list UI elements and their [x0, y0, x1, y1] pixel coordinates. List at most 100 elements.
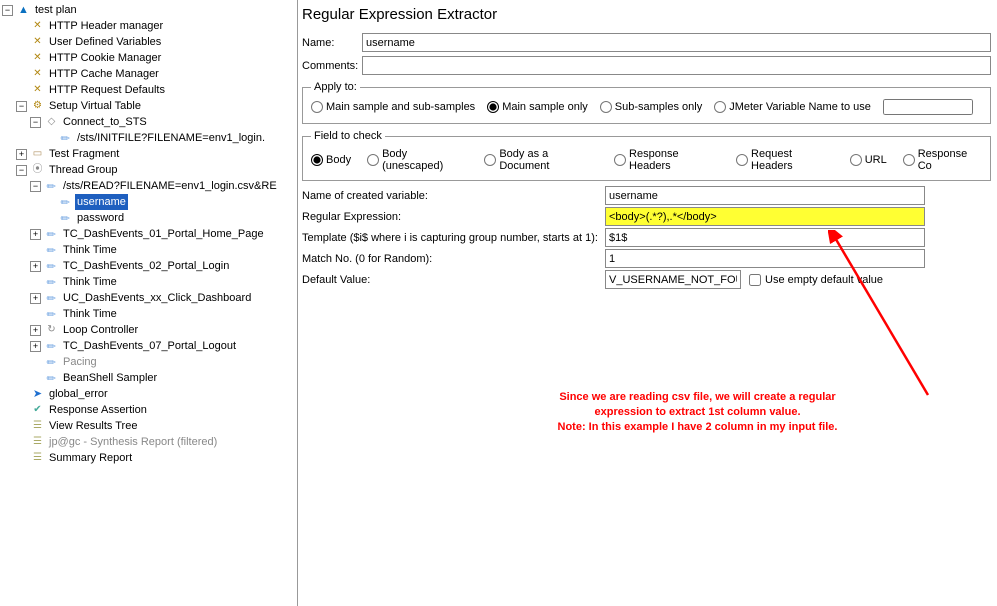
report-icon: ☰ [30, 451, 45, 466]
tree-item[interactable]: ✔Response Assertion [2, 402, 297, 418]
jmeter-var-input[interactable] [883, 99, 973, 115]
tree-item[interactable]: ✕User Defined Variables [2, 34, 297, 50]
results-icon: ☰ [30, 419, 45, 434]
tree-item[interactable]: ✎Think Time [2, 306, 297, 322]
tree-label: HTTP Cache Manager [47, 66, 161, 82]
tree-item[interactable]: +↻Loop Controller [2, 322, 297, 338]
collapse-icon[interactable]: − [16, 101, 27, 112]
tree-label: Test Fragment [47, 146, 121, 162]
tree-item[interactable]: −⚙Setup Virtual Table [2, 98, 297, 114]
tree-label: Connect_to_STS [61, 114, 149, 130]
tree-item[interactable]: ☰Summary Report [2, 450, 297, 466]
tree-item-username[interactable]: ✎username [2, 194, 297, 210]
tree-item[interactable]: ➤global_error [2, 386, 297, 402]
tree-item[interactable]: +✎TC_DashEvents_07_Portal_Logout [2, 338, 297, 354]
var-input[interactable] [605, 186, 925, 205]
collapse-icon[interactable]: − [30, 117, 41, 128]
tree-label: View Results Tree [47, 418, 139, 434]
tree-item-password[interactable]: ✎password [2, 210, 297, 226]
radio-req-headers[interactable]: Request Headers [736, 148, 834, 172]
tree-item[interactable]: +✎UC_DashEvents_xx_Click_Dashboard [2, 290, 297, 306]
radio-main-only[interactable]: Main sample only [487, 101, 588, 113]
collapse-icon[interactable]: − [30, 181, 41, 192]
radio-sub-only[interactable]: Sub-samples only [600, 101, 702, 113]
tree-label: TC_DashEvents_01_Portal_Home_Page [61, 226, 266, 242]
radio-main-sub[interactable]: Main sample and sub-samples [311, 101, 475, 113]
tree-item[interactable]: ✕HTTP Cookie Manager [2, 50, 297, 66]
report-icon: ☰ [30, 435, 45, 450]
tree-label: Think Time [61, 242, 119, 258]
tree-label: HTTP Header manager [47, 18, 165, 34]
panel-title: Regular Expression Extractor [302, 6, 991, 23]
empty-default-label: Use empty default value [765, 274, 883, 286]
tree-item[interactable]: +✎TC_DashEvents_01_Portal_Home_Page [2, 226, 297, 242]
collapse-icon[interactable]: − [2, 5, 13, 16]
wrench-icon: ✕ [30, 67, 45, 82]
name-input[interactable] [362, 33, 991, 52]
template-input[interactable] [605, 228, 925, 247]
match-no-input[interactable] [605, 249, 925, 268]
tree-item[interactable]: ✕HTTP Cache Manager [2, 66, 297, 82]
tree-label: global_error [47, 386, 110, 402]
tree-item[interactable]: +▭Test Fragment [2, 146, 297, 162]
tree-label: Think Time [61, 306, 119, 322]
threadgroup-icon: ⦿ [30, 163, 45, 178]
empty-default-checkbox[interactable] [749, 274, 761, 286]
comments-input[interactable] [362, 56, 991, 75]
tree-panel: −▲test plan ✕HTTP Header manager ✕User D… [0, 0, 298, 606]
tree-item[interactable]: ✎BeanShell Sampler [2, 370, 297, 386]
fragment-icon: ▭ [30, 147, 45, 162]
expand-icon[interactable]: + [30, 325, 41, 336]
radio-body[interactable]: Body [311, 154, 351, 166]
field-to-check-legend: Field to check [311, 130, 385, 142]
expand-icon[interactable]: + [30, 229, 41, 240]
radio-url[interactable]: URL [850, 154, 887, 166]
tree-label: Thread Group [47, 162, 119, 178]
tree-label: password [75, 210, 126, 226]
tree-item[interactable]: +✎TC_DashEvents_02_Portal_Login [2, 258, 297, 274]
regex-input[interactable] [605, 207, 925, 226]
annotation-text: Since we are reading csv file, we will c… [408, 390, 987, 435]
tree-item[interactable]: −✎/sts/READ?FILENAME=env1_login.csv&RE [2, 178, 297, 194]
default-value-input[interactable] [605, 270, 741, 289]
apply-to-fieldset: Apply to: Main sample and sub-samples Ma… [302, 81, 991, 124]
tree-label: User Defined Variables [47, 34, 163, 50]
collapse-icon[interactable]: − [16, 165, 27, 176]
template-label: Template ($i$ where i is capturing group… [302, 227, 605, 248]
tree-label: UC_DashEvents_xx_Click_Dashboard [61, 290, 253, 306]
tree-item[interactable]: ✕HTTP Request Defaults [2, 82, 297, 98]
radio-response-code[interactable]: Response Co [903, 148, 982, 172]
radio-resp-headers[interactable]: Response Headers [614, 148, 720, 172]
tree-label: Loop Controller [61, 322, 140, 338]
tree-item[interactable]: ☰jp@gc - Synthesis Report (filtered) [2, 434, 297, 450]
tree-item[interactable]: ✎Think Time [2, 242, 297, 258]
expand-icon[interactable]: + [30, 341, 41, 352]
test-plan-tree[interactable]: −▲test plan ✕HTTP Header manager ✕User D… [0, 0, 297, 466]
tree-label: /sts/INITFILE?FILENAME=env1_login. [75, 130, 267, 146]
expand-icon[interactable]: + [30, 293, 41, 304]
controller-icon: ◇ [44, 115, 59, 130]
tree-item[interactable]: ✕HTTP Header manager [2, 18, 297, 34]
tree-item[interactable]: ✎Think Time [2, 274, 297, 290]
tree-label: Summary Report [47, 450, 134, 466]
tree-item[interactable]: −◇Connect_to_STS [2, 114, 297, 130]
tree-label: jp@gc - Synthesis Report (filtered) [47, 434, 219, 450]
tree-label: TC_DashEvents_07_Portal_Logout [61, 338, 238, 354]
tree-label: Think Time [61, 274, 119, 290]
tree-item[interactable]: ☰View Results Tree [2, 418, 297, 434]
wrench-icon: ✕ [30, 35, 45, 50]
tree-root[interactable]: −▲test plan [2, 2, 297, 18]
radio-jmeter-var[interactable]: JMeter Variable Name to use [714, 101, 871, 113]
radio-body-unescaped[interactable]: Body (unescaped) [367, 148, 468, 172]
tree-item[interactable]: ✎/sts/INITFILE?FILENAME=env1_login. [2, 130, 297, 146]
tree-label: username [75, 194, 128, 210]
radio-body-doc[interactable]: Body as a Document [484, 148, 598, 172]
tree-item[interactable]: −⦿Thread Group [2, 162, 297, 178]
wrench-icon: ✕ [30, 51, 45, 66]
expand-icon[interactable]: + [16, 149, 27, 160]
tree-label: test plan [33, 2, 79, 18]
expand-icon[interactable]: + [30, 261, 41, 272]
assertion-icon: ✔ [30, 403, 45, 418]
tree-label: HTTP Cookie Manager [47, 50, 163, 66]
tree-item[interactable]: ✎Pacing [2, 354, 297, 370]
